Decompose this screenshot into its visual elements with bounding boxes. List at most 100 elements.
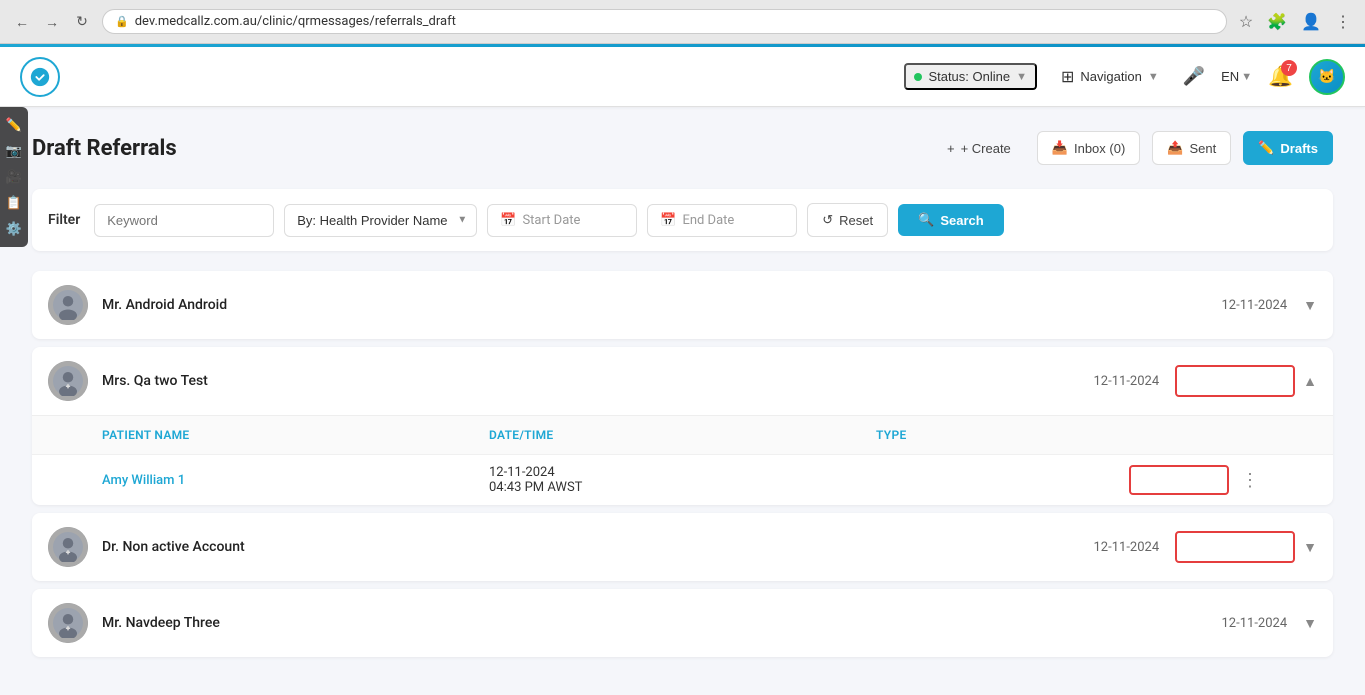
sent-icon: 📤: [1167, 140, 1183, 156]
referral-header-1[interactable]: Mr. Android Android 12-11-2024 ▼: [32, 271, 1333, 339]
provider-select-wrapper: By: Health Provider Name: [284, 204, 477, 237]
expand-icon-3: ▼: [1303, 539, 1317, 556]
keyword-input[interactable]: [94, 204, 274, 237]
page-header: Draft Referrals + + Create 📥 Inbox (0) 📤…: [32, 131, 1333, 165]
referral-header-2[interactable]: Mrs. Qa two Test 12-11-2024 ▲: [32, 347, 1333, 415]
language-label: EN: [1221, 69, 1239, 84]
provider-select[interactable]: By: Health Provider Name: [284, 204, 477, 237]
referral-card-2: Mrs. Qa two Test 12-11-2024 ▲ Patient Na…: [32, 347, 1333, 505]
plus-icon: +: [947, 141, 955, 156]
microphone-button[interactable]: 🎤: [1183, 66, 1205, 87]
inbox-icon: 📥: [1052, 140, 1068, 156]
app-logo[interactable]: [20, 57, 60, 97]
search-button[interactable]: 🔍 Search: [898, 204, 1004, 236]
row-datetime-1: 12-11-2024 04:43 PM AWST: [489, 465, 876, 495]
video-tool-button[interactable]: 🎥: [4, 165, 24, 189]
referral-header-4[interactable]: Mr. Navdeep Three 12-11-2024 ▼: [32, 589, 1333, 657]
user-avatar[interactable]: 🐱: [1309, 59, 1345, 95]
header-right-section: Status: Online ▼ ⊞ Navigation ▼ 🎤 EN ▼ 🔔…: [904, 59, 1345, 95]
drafts-icon: ✏️: [1258, 140, 1274, 156]
referral-expanded-2: Patient Name Date/Time Type Amy William …: [32, 415, 1333, 505]
language-button[interactable]: EN ▼: [1221, 69, 1252, 84]
url-text: dev.medcallz.com.au/clinic/qrmessages/re…: [135, 14, 456, 29]
col-datetime: Date/Time: [489, 428, 876, 442]
highlight-box-3: [1175, 531, 1295, 563]
profile-button[interactable]: 👤: [1297, 8, 1325, 36]
settings-tool-button[interactable]: ⚙️: [4, 217, 24, 241]
page-actions: + + Create 📥 Inbox (0) 📤 Sent ✏️ Drafts: [933, 131, 1333, 165]
clipboard-tool-button[interactable]: 📋: [4, 191, 24, 215]
refresh-button[interactable]: ↻: [70, 10, 94, 34]
row-type-actions-1: ⋮: [876, 465, 1263, 495]
filter-label: Filter: [48, 212, 80, 228]
collapse-icon-2: ▲: [1303, 373, 1317, 390]
calendar-icon-end: 📅: [660, 213, 676, 228]
referral-name-4: Mr. Navdeep Three: [102, 615, 1222, 631]
bookmark-button[interactable]: ☆: [1235, 8, 1257, 36]
status-chevron: ▼: [1016, 71, 1027, 83]
browser-chrome: ← → ↻ 🔒 dev.medcallz.com.au/clinic/qrmes…: [0, 0, 1365, 44]
forward-button[interactable]: →: [40, 10, 64, 34]
back-button[interactable]: ←: [10, 10, 34, 34]
referral-card-4: Mr. Navdeep Three 12-11-2024 ▼: [32, 589, 1333, 657]
referral-date-3: 12-11-2024: [1094, 540, 1160, 555]
referral-avatar-3: [48, 527, 88, 567]
inbox-button[interactable]: 📥 Inbox (0): [1037, 131, 1141, 165]
start-date-label: Start Date: [522, 213, 580, 228]
avatar-image-2: [48, 361, 88, 401]
end-date-input[interactable]: 📅 End Date: [647, 204, 797, 237]
notification-badge: 7: [1281, 60, 1297, 76]
row-time-value: 04:43 PM AWST: [489, 480, 876, 495]
url-security-icon: 🔒: [115, 15, 129, 28]
side-toolbar: ✏️ 📷 🎥 📋 ⚙️: [0, 107, 28, 247]
navigation-button[interactable]: ⊞ Navigation ▼: [1053, 63, 1167, 91]
expand-icon-4: ▼: [1303, 615, 1317, 632]
expand-icon-1: ▼: [1303, 297, 1317, 314]
patient-name-link-1[interactable]: Amy William 1: [102, 473, 489, 488]
referral-date-2: 12-11-2024: [1094, 374, 1160, 389]
referral-avatar-2: [48, 361, 88, 401]
create-button[interactable]: + + Create: [933, 133, 1025, 164]
extensions-button[interactable]: 🧩: [1263, 8, 1291, 36]
reset-icon: ↺: [822, 212, 833, 228]
main-content: Draft Referrals + + Create 📥 Inbox (0) 📤…: [0, 107, 1365, 695]
referral-list: Mr. Android Android 12-11-2024 ▼: [32, 271, 1333, 657]
drafts-button[interactable]: ✏️ Drafts: [1243, 131, 1333, 165]
referral-date-1: 12-11-2024: [1222, 298, 1288, 313]
row-actions-1: ⋮: [1129, 465, 1263, 495]
notifications-button[interactable]: 🔔 7: [1268, 64, 1293, 89]
referral-header-3[interactable]: Dr. Non active Account 12-11-2024 ▼: [32, 513, 1333, 581]
app-header: Status: Online ▼ ⊞ Navigation ▼ 🎤 EN ▼ 🔔…: [0, 47, 1365, 107]
status-button[interactable]: Status: Online ▼: [904, 63, 1037, 90]
camera-tool-button[interactable]: 📷: [4, 139, 24, 163]
sent-button[interactable]: 📤 Sent: [1152, 131, 1231, 165]
reset-label: Reset: [839, 213, 873, 228]
start-date-input[interactable]: 📅 Start Date: [487, 204, 637, 237]
calendar-icon-start: 📅: [500, 213, 516, 228]
referral-name-2: Mrs. Qa two Test: [102, 373, 1094, 389]
highlight-box-row-1: [1129, 465, 1229, 495]
browser-nav-buttons: ← → ↻: [10, 10, 94, 34]
referral-name-1: Mr. Android Android: [102, 297, 1222, 313]
drafts-label: Drafts: [1280, 141, 1318, 156]
search-icon: 🔍: [918, 212, 934, 228]
highlight-box-2: [1175, 365, 1295, 397]
nav-chevron: ▼: [1148, 71, 1159, 83]
referral-subheader-2: Patient Name Date/Time Type: [32, 416, 1333, 454]
col-type: Type: [876, 428, 1263, 442]
logo-icon: [20, 57, 60, 97]
status-label: Status: Online: [928, 69, 1010, 84]
referral-name-3: Dr. Non active Account: [102, 539, 1094, 555]
avatar-image-4: [48, 603, 88, 643]
avatar-image-3: [48, 527, 88, 567]
edit-tool-button[interactable]: ✏️: [4, 113, 24, 137]
menu-button[interactable]: ⋮: [1331, 8, 1355, 36]
referral-date-4: 12-11-2024: [1222, 616, 1288, 631]
end-date-label: End Date: [682, 213, 734, 228]
kebab-menu-button-1[interactable]: ⋮: [1237, 466, 1263, 495]
reset-button[interactable]: ↺ Reset: [807, 203, 888, 237]
inbox-label: Inbox (0): [1074, 141, 1125, 156]
table-row-1: Amy William 1 12-11-2024 04:43 PM AWST ⋮: [32, 454, 1333, 505]
url-bar[interactable]: 🔒 dev.medcallz.com.au/clinic/qrmessages/…: [102, 9, 1227, 34]
lang-chevron: ▼: [1241, 71, 1252, 83]
